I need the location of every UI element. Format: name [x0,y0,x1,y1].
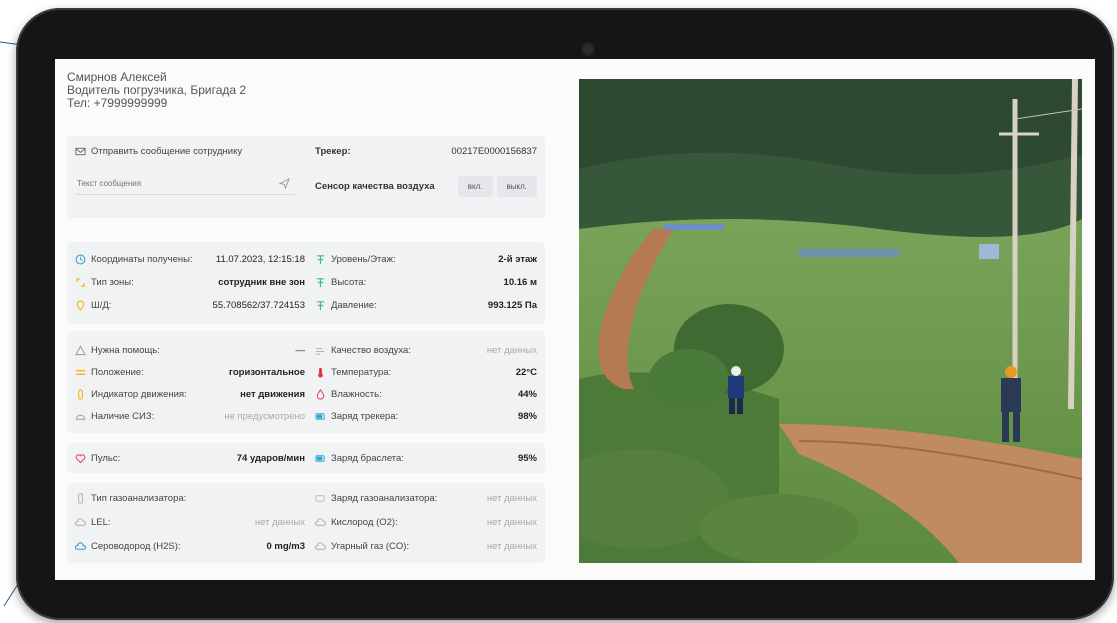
ppe-label: Наличие СИЗ: [91,410,155,422]
send-message-label: Отправить сообщение сотруднику [91,145,243,157]
gas-type-label: Тип газоанализатора: [91,492,187,504]
camera-icon [583,44,593,54]
coords-received-value: 11.07.2023, 12:15:18 [215,253,305,265]
h2s-value: 0 mg/m3 [266,540,305,552]
temperature-label: Температура: [331,366,392,378]
lel-cloud-icon [75,517,86,526]
warning-triangle-icon [75,344,86,355]
gas-charge-label: Заряд газоанализатора: [331,492,438,504]
coords-received-label: Координаты получены: [91,253,193,265]
pressure-value: 993.125 Па [487,299,537,311]
status-panel: Нужна помощь: — Положение: горизонтально… [67,331,545,433]
co-cloud-icon [315,541,326,550]
height-label: Высота: [331,276,367,288]
message-panel: Отправить сообщение сотруднику Трекер: 0… [67,136,545,218]
motion-icon [78,388,83,400]
gas-charge-value: нет данных [486,492,537,504]
pulse-label: Пульс: [91,452,121,464]
pulse-value: 74 ударов/мин [236,452,305,464]
height-value: 10.16 м [503,276,537,288]
field-workers-photo [579,79,1082,563]
co-value: нет данных [486,540,537,552]
zone-type-label: Тип зоны: [91,276,134,288]
photo-illustration [579,79,1082,563]
employee-profile: Смирнов Алексей Водитель погрузчика, Бри… [67,71,246,110]
o2-value: нет данных [486,516,537,528]
air-quality-icon [315,347,325,355]
latlon-value: 55.708562/37.724153 [212,299,305,311]
gas-analyzer-panel: Тип газоанализатора: LEL: нет данных Сер… [67,483,545,563]
location-pin-icon [76,299,85,311]
latlon-label: Ш/Д: [91,299,112,311]
lel-label: LEL: [91,516,111,528]
temperature-value: 22°C [515,366,537,378]
help-value: — [295,344,306,356]
bracelet-battery-icon [315,454,325,462]
lel-value: нет данных [254,516,305,528]
o2-label: Кислород (O2): [331,516,398,528]
level-icon [316,254,325,264]
tracker-charge-value: 98% [517,410,537,422]
position-label: Положение: [91,366,144,378]
employee-phone: Тел: +7999999999 [67,96,168,110]
pressure-icon [316,300,325,310]
tracker-charge-label: Заряд трекера: [331,410,399,422]
send-message-link[interactable]: Отправить сообщение сотруднику [75,142,305,160]
battery-icon [315,412,325,420]
tracker-id: 00217E0000156837 [451,145,537,157]
o2-cloud-icon [315,517,326,526]
air-sensor-label: Сенсор качества воздуха [315,180,435,192]
h2s-label: Сероводород (H2S): [91,540,181,552]
motion-label: Индикатор движения: [91,388,187,400]
ppe-value: не предусмотрено [224,410,305,422]
motion-value: нет движения [240,388,305,400]
humidity-drop-icon [316,388,325,400]
coordinates-panel: Координаты получены: 11.07.2023, 12:15:1… [67,242,545,324]
message-input-wrap [75,172,295,195]
level-value: 2-й этаж [498,253,537,265]
air-sensor-on-button[interactable]: вкл. [457,175,493,197]
gas-battery-icon [315,494,325,502]
height-icon [316,277,325,287]
message-input[interactable] [75,177,279,189]
pressure-label: Давление: [331,299,377,311]
thermometer-icon [318,367,323,378]
position-icon [75,369,86,375]
send-icon[interactable] [279,177,290,189]
help-label: Нужна помощь: [91,344,160,356]
air-quality-label: Качество воздуха: [331,344,411,356]
level-label: Уровень/Этаж: [331,253,396,265]
tracker-label: Трекер: [315,145,351,157]
co-label: Угарный газ (CO): [331,540,410,552]
ppe-helmet-icon [75,414,86,420]
position-value: горизонтальное [229,366,305,378]
air-quality-value: нет данных [486,344,537,356]
envelope-icon [75,147,86,155]
bracelet-charge-label: Заряд браслета: [331,452,404,464]
app-screen: Смирнов Алексей Водитель погрузчика, Бри… [55,59,1095,580]
zone-icon [76,277,85,287]
humidity-value: 44% [517,388,537,400]
air-sensor-off-button[interactable]: выкл. [496,175,537,197]
humidity-label: Влажность: [331,388,382,400]
clock-icon [75,254,86,264]
zone-type-value: сотрудник вне зон [218,276,305,288]
bracelet-charge-value: 95% [517,452,537,464]
h2s-cloud-icon [75,541,86,550]
pulse-panel: Пульс: 74 ударов/мин Заряд браслета: 95% [67,443,545,473]
gas-analyzer-icon [78,492,83,504]
heart-icon [75,453,86,463]
